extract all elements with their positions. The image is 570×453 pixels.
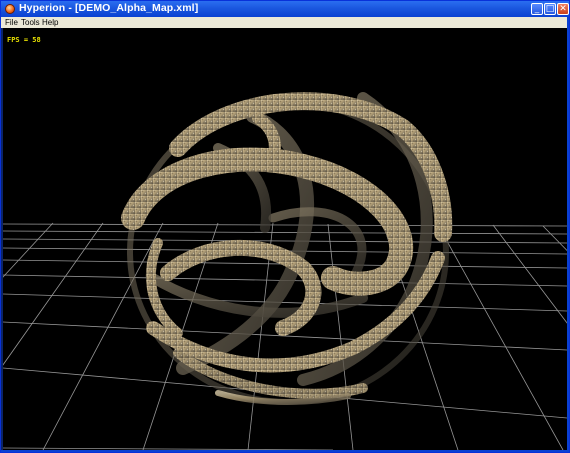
menu-help[interactable]: Help: [42, 17, 58, 28]
minimize-button[interactable]: _: [531, 3, 543, 15]
menu-bar: File Tools Help: [1, 17, 569, 28]
app-window: Hyperion - [DEMO_Alpha_Map.xml] _ □ ✕ Fi…: [0, 0, 570, 453]
menu-file[interactable]: File: [5, 17, 18, 28]
window-frame-right: [567, 17, 569, 452]
app-icon[interactable]: [5, 4, 15, 14]
window-frame-bottom: [1, 450, 569, 452]
title-bar[interactable]: Hyperion - [DEMO_Alpha_Map.xml] _ □ ✕: [1, 1, 569, 17]
maximize-button[interactable]: □: [544, 3, 556, 15]
scene-render: [3, 92, 567, 450]
close-button[interactable]: ✕: [557, 3, 569, 15]
fps-counter: FPS = 58: [7, 36, 41, 44]
menu-tools[interactable]: Tools: [21, 17, 40, 28]
3d-viewport[interactable]: FPS = 58: [3, 28, 567, 450]
window-title: Hyperion - [DEMO_Alpha_Map.xml]: [19, 2, 199, 14]
